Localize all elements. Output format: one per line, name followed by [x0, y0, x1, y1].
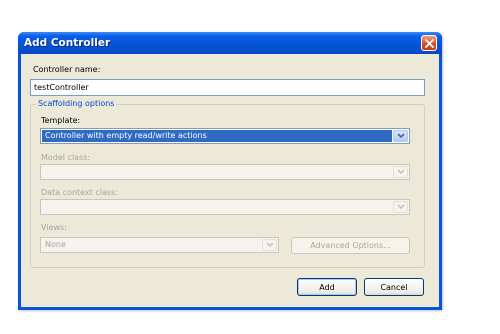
- template-dropdown-button[interactable]: [393, 130, 408, 142]
- data-context-class-value: [42, 201, 392, 213]
- views-select[interactable]: None: [40, 237, 279, 253]
- dialog-title: Add Controller: [24, 37, 111, 49]
- template-select-value: Controller with empty read/write actions: [42, 130, 392, 142]
- data-context-class-label: Data context class:: [41, 188, 118, 197]
- data-context-class-select[interactable]: [40, 199, 410, 215]
- scaffolding-options-legend: Scaffolding options: [36, 99, 117, 108]
- controller-name-label: Controller name:: [33, 65, 101, 74]
- chevron-down-icon: [265, 242, 274, 248]
- add-button[interactable]: Add: [297, 278, 357, 296]
- advanced-options-button[interactable]: Advanced Options...: [291, 237, 410, 254]
- model-class-select[interactable]: [40, 164, 410, 180]
- cancel-button[interactable]: Cancel: [364, 278, 424, 296]
- model-class-label: Model class:: [41, 153, 91, 162]
- views-label: Views:: [41, 223, 67, 232]
- template-select[interactable]: Controller with empty read/write actions: [40, 128, 410, 144]
- chevron-down-icon: [396, 204, 405, 210]
- chevron-down-icon: [396, 133, 405, 139]
- template-label: Template:: [41, 116, 81, 125]
- model-class-value: [42, 166, 392, 178]
- close-button[interactable]: [421, 35, 437, 51]
- model-class-dropdown-button[interactable]: [393, 166, 408, 178]
- views-select-value: None: [45, 240, 66, 249]
- views-dropdown-button[interactable]: [262, 239, 277, 251]
- chevron-down-icon: [396, 169, 405, 175]
- close-icon: [424, 38, 434, 48]
- data-context-dropdown-button[interactable]: [393, 201, 408, 213]
- controller-name-input[interactable]: testController: [30, 79, 425, 96]
